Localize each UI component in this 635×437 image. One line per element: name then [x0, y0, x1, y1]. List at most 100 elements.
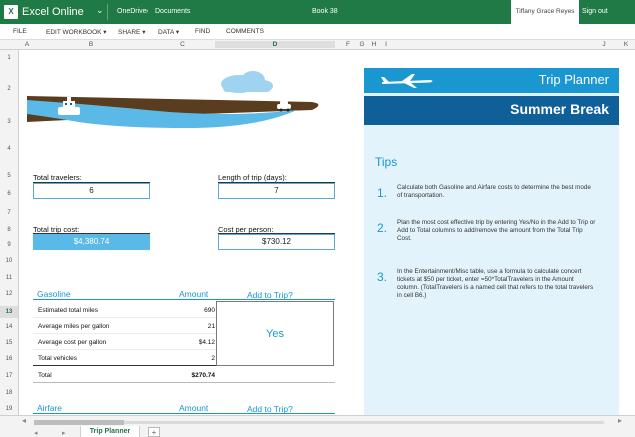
row-header: 1 2 3 4 5 6 7 8 9 10 11 12 13 14 15 16 1…	[0, 50, 19, 415]
cloud-icon	[221, 71, 273, 93]
add-sheet-button[interactable]: +	[148, 427, 160, 437]
row-header-5[interactable]: 5	[0, 173, 18, 179]
title-divider	[107, 4, 108, 20]
title-bar: X Excel Online ⌄ OneDrive › Documents Bo…	[0, 0, 635, 24]
menu-file[interactable]: FILE	[13, 28, 27, 35]
row-header-1[interactable]: 1	[0, 55, 18, 61]
app-name[interactable]: Excel Online	[22, 6, 84, 18]
horizontal-scrollbar[interactable]: ◂ ▸	[22, 416, 622, 426]
trip-planner-banner: Trip Planner	[364, 68, 619, 93]
gas-add-to-trip-cell[interactable]: Yes	[216, 301, 334, 366]
row-header-7[interactable]: 7	[0, 210, 18, 216]
gas-total-label[interactable]: Total	[38, 372, 52, 379]
gas-gridline	[33, 349, 216, 350]
scroll-thumb[interactable]	[34, 420, 124, 425]
trip-length-label: Length of trip (days):	[218, 173, 287, 182]
menu-find[interactable]: FIND	[195, 28, 210, 35]
menu-share[interactable]: SHARE ▾	[118, 28, 145, 36]
breadcrumb-separator: ›	[146, 8, 149, 15]
chevron-down-icon[interactable]: ⌄	[96, 5, 104, 16]
worksheet[interactable]: Total travelers: 6 Length of trip (days)…	[19, 50, 635, 415]
row-header-6[interactable]: 6	[0, 191, 18, 197]
row-header-19[interactable]: 19	[0, 406, 18, 412]
gas-total-value[interactable]: $270.74	[169, 372, 216, 379]
row-header-15[interactable]: 15	[0, 340, 18, 346]
column-header: A B C D F G H I J K	[0, 40, 635, 50]
column-header-g[interactable]: G	[356, 41, 368, 48]
column-header-c[interactable]: C	[150, 41, 215, 48]
excel-logo-icon[interactable]: X	[4, 5, 18, 19]
column-header-h[interactable]: H	[368, 41, 380, 48]
breadcrumb-onedrive[interactable]: OneDrive	[117, 8, 147, 15]
gas-row-label-miles[interactable]: Estimated total miles	[38, 307, 98, 314]
airfare-title: Airfare	[37, 403, 63, 413]
row-header-18[interactable]: 18	[0, 390, 18, 396]
gas-total-rule	[33, 365, 216, 366]
airfare-header-underline	[33, 413, 335, 414]
menu-comments[interactable]: COMMENTS	[226, 28, 264, 35]
column-header-f[interactable]: F	[340, 41, 356, 48]
sheet-bar: ◂ ▸ ◂ ▸ Trip Planner +	[0, 415, 635, 437]
tips-title: Tips	[375, 155, 398, 169]
scroll-right-icon[interactable]: ▸	[618, 416, 622, 425]
total-travelers-label: Total travelers:	[33, 173, 82, 182]
gasoline-header-underline	[33, 299, 335, 300]
column-header-i[interactable]: I	[380, 41, 392, 48]
column-header-d[interactable]: D	[215, 41, 335, 48]
sheet-tab-trip-planner[interactable]: Trip Planner	[80, 426, 140, 437]
sheet-next-icon[interactable]: ▸	[62, 429, 66, 437]
gas-add-to-trip-value[interactable]: Yes	[217, 328, 333, 340]
column-header-a[interactable]: A	[22, 41, 32, 48]
gas-row-value-miles[interactable]: 690	[169, 307, 215, 314]
tip-text-2: Plan the most cost effective trip by ent…	[397, 219, 596, 242]
summer-break-title: Summer Break	[510, 101, 609, 117]
row-header-11[interactable]: 11	[0, 275, 18, 281]
gasoline-title: Gasoline	[37, 289, 71, 299]
gas-row-value-cost[interactable]: $4.12	[169, 339, 215, 346]
column-header-b[interactable]: B	[32, 41, 150, 48]
gas-row-label-vehicles[interactable]: Total vehicles	[38, 355, 77, 362]
ribbon-menu: FILE EDIT WORKBOOK ▾ SHARE ▾ DATA ▾ FIND…	[0, 24, 635, 40]
sheet-prev-icon[interactable]: ◂	[34, 429, 38, 437]
menu-edit-workbook[interactable]: EDIT WORKBOOK ▾	[46, 28, 107, 36]
tip-number-1: 1.	[377, 186, 388, 200]
gas-row-label-cost[interactable]: Average cost per gallon	[38, 339, 106, 346]
sign-out-link[interactable]: Sign out	[582, 8, 608, 15]
row-header-9[interactable]: 9	[0, 242, 18, 248]
gas-gridline	[33, 317, 216, 318]
tip-number-3: 3.	[377, 270, 388, 284]
cost-per-person-cell[interactable]: $730.12	[218, 234, 335, 250]
row-header-16[interactable]: 16	[0, 356, 18, 362]
total-cost-cell[interactable]: $4,380.74	[33, 234, 150, 250]
gas-gridline	[33, 333, 216, 334]
gas-row-label-mpg[interactable]: Average miles per gallon	[38, 323, 109, 330]
row-header-12[interactable]: 12	[0, 291, 18, 297]
gas-row-value-mpg[interactable]: 21	[169, 323, 215, 330]
row-header-14[interactable]: 14	[0, 324, 18, 330]
breadcrumb-documents[interactable]: Documents	[155, 8, 190, 15]
row-header-2[interactable]: 2	[0, 86, 18, 92]
tip-number-2: 2.	[377, 221, 388, 235]
summer-break-banner: Summer Break	[364, 96, 619, 125]
menu-data[interactable]: DATA ▾	[158, 28, 179, 36]
gas-bottom-rule	[33, 382, 335, 383]
row-header-3[interactable]: 3	[0, 119, 18, 125]
trip-planner-title: Trip Planner	[538, 72, 609, 87]
row-header-13[interactable]: 13	[0, 306, 18, 318]
travel-illustration-icon	[27, 71, 319, 128]
column-header-j[interactable]: J	[598, 41, 610, 48]
user-name[interactable]: Tiffany Grace Reyes	[511, 0, 579, 24]
row-header-10[interactable]: 10	[0, 258, 18, 264]
column-header-k[interactable]: K	[620, 41, 632, 48]
row-header-8[interactable]: 8	[0, 227, 18, 233]
trip-length-cell[interactable]: 7	[218, 183, 335, 199]
scroll-left-icon[interactable]: ◂	[22, 416, 26, 425]
tip-text-1: Calculate both Gasoline and Airfare cost…	[397, 184, 591, 199]
airplane-icon	[381, 74, 433, 88]
airfare-amount-header: Amount	[179, 403, 209, 413]
row-header-4[interactable]: 4	[0, 146, 18, 152]
gas-row-value-vehicles[interactable]: 2	[169, 355, 215, 362]
row-header-17[interactable]: 17	[0, 373, 18, 379]
total-travelers-cell[interactable]: 6	[33, 183, 150, 199]
tip-text-3: In the Entertainment/Misc table, use a f…	[397, 268, 594, 299]
